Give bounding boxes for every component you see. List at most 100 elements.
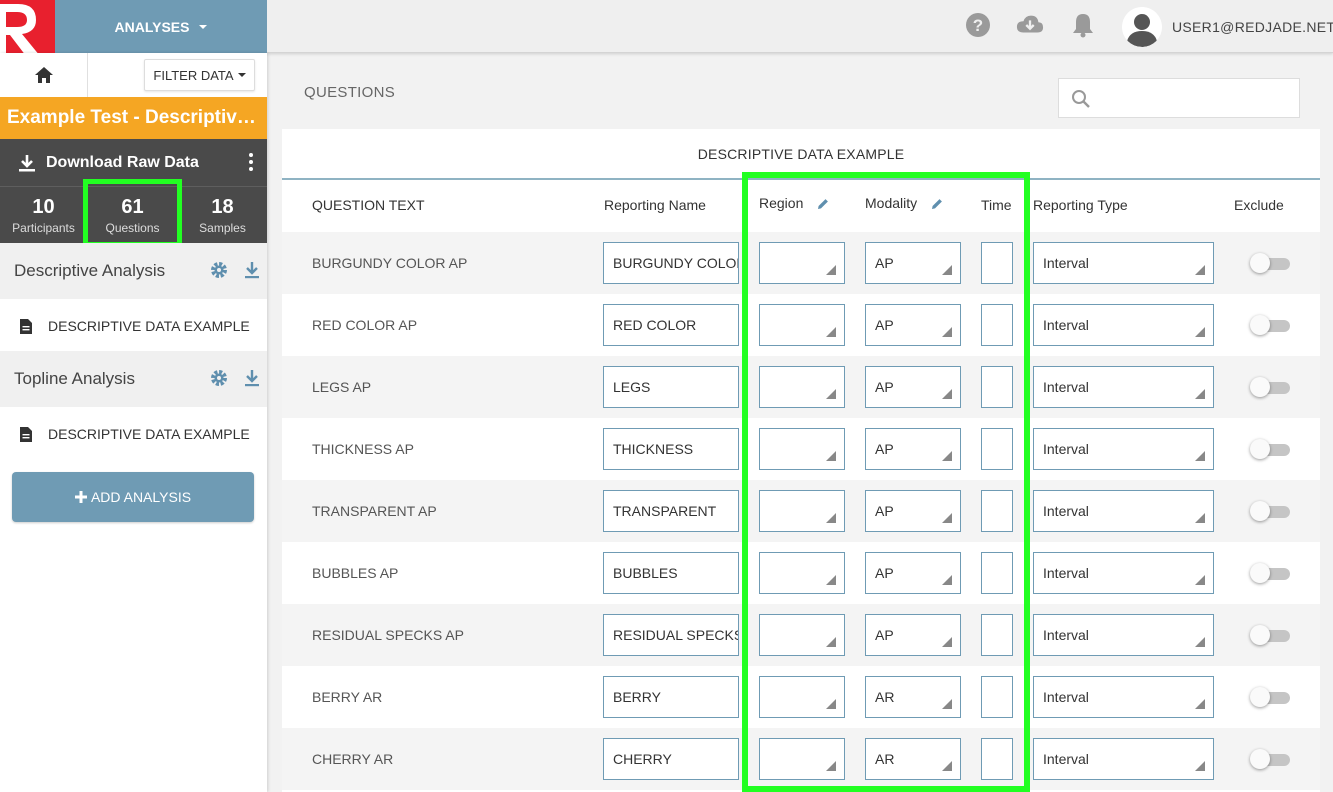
select-arrow-icon (942, 699, 952, 709)
search-icon (1072, 90, 1090, 108)
reporting-name-input[interactable]: BERRY (603, 676, 739, 718)
modality-select[interactable]: AP (865, 366, 961, 408)
reporting-type-select[interactable]: Interval (1033, 738, 1214, 780)
time-input[interactable] (981, 552, 1013, 594)
reporting-type-select[interactable]: Interval (1033, 676, 1214, 718)
reporting-type-value: Interval (1043, 317, 1089, 333)
modality-select[interactable]: AP (865, 242, 961, 284)
exclude-toggle[interactable] (1250, 315, 1290, 335)
modality-select[interactable]: AR (865, 676, 961, 718)
exclude-toggle[interactable] (1250, 687, 1290, 707)
reporting-name-input[interactable]: LEGS (603, 366, 739, 408)
reporting-name-input[interactable]: BUBBLES (603, 552, 739, 594)
column-header-reporting-type: Reporting Type (1033, 197, 1128, 213)
kebab-icon[interactable] (249, 153, 253, 171)
question-text: TRANSPARENT AP (312, 503, 437, 519)
region-select[interactable] (759, 490, 845, 532)
cloud-download-icon[interactable] (1016, 11, 1044, 39)
filter-data-button[interactable]: FILTER DATA (144, 59, 255, 91)
region-select[interactable] (759, 614, 845, 656)
exclude-toggle[interactable] (1250, 625, 1290, 645)
search-input[interactable] (1099, 79, 1295, 117)
select-arrow-icon (942, 575, 952, 585)
exclude-toggle[interactable] (1250, 563, 1290, 583)
reporting-type-select[interactable]: Interval (1033, 428, 1214, 470)
logo-r-icon[interactable] (0, 0, 55, 53)
stat-samples[interactable]: 18 Samples (178, 187, 267, 243)
time-input[interactable] (981, 614, 1013, 656)
reporting-type-select[interactable]: Interval (1033, 614, 1214, 656)
analysis-header-descriptive[interactable]: Descriptive Analysis (0, 243, 267, 299)
select-arrow-icon (942, 265, 952, 275)
reporting-name-input[interactable]: RED COLOR (603, 304, 739, 346)
select-arrow-icon (826, 637, 836, 647)
stat-samples-label: Samples (199, 221, 246, 235)
region-select[interactable] (759, 428, 845, 470)
card-title: DESCRIPTIVE DATA EXAMPLE (282, 129, 1320, 180)
pencil-icon[interactable] (817, 198, 829, 210)
time-input[interactable] (981, 242, 1013, 284)
download-icon[interactable] (244, 369, 260, 387)
stat-participants-count: 10 (32, 196, 55, 218)
modality-select[interactable]: AP (865, 304, 961, 346)
bell-icon[interactable] (1069, 11, 1097, 39)
modality-select[interactable]: AP (865, 428, 961, 470)
stat-questions[interactable]: 61 Questions (83, 179, 182, 247)
home-button[interactable] (0, 53, 88, 97)
help-icon[interactable]: ? (964, 11, 992, 39)
search-box[interactable] (1058, 78, 1300, 118)
exclude-toggle[interactable] (1250, 439, 1290, 459)
exclude-toggle[interactable] (1250, 377, 1290, 397)
analysis-title: Descriptive Analysis (14, 261, 166, 280)
table-row: RESIDUAL SPECKS AP RESIDUAL SPECKS AP Inter… (282, 604, 1320, 666)
reporting-name-input[interactable]: TRANSPARENT (603, 490, 739, 532)
exclude-toggle[interactable] (1250, 253, 1290, 273)
region-select[interactable] (759, 738, 845, 780)
reporting-name-input[interactable]: CHERRY (603, 738, 739, 780)
question-text: RED COLOR AP (312, 317, 418, 333)
time-input[interactable] (981, 676, 1013, 718)
pencil-icon[interactable] (931, 198, 943, 210)
modality-select[interactable]: AP (865, 490, 961, 532)
analysis-header-topline[interactable]: Topline Analysis (0, 351, 267, 407)
region-select[interactable] (759, 304, 845, 346)
exclude-toggle[interactable] (1250, 501, 1290, 521)
gear-icon[interactable] (210, 261, 228, 279)
modality-value: AP (875, 503, 894, 519)
time-input[interactable] (981, 366, 1013, 408)
stat-participants[interactable]: 10 Participants (0, 187, 87, 243)
exclude-toggle[interactable] (1250, 749, 1290, 769)
table-row: BURGUNDY COLOR AP BURGUNDY COLOR AP Interva… (282, 232, 1320, 294)
reporting-name-input[interactable]: BURGUNDY COLOR (603, 242, 739, 284)
analysis-item-descriptive[interactable]: DESCRIPTIVE DATA EXAMPLE (0, 302, 267, 350)
region-select[interactable] (759, 552, 845, 594)
reporting-name-input[interactable]: THICKNESS (603, 428, 739, 470)
modality-select[interactable]: AP (865, 614, 961, 656)
time-input[interactable] (981, 490, 1013, 532)
gear-icon[interactable] (210, 369, 228, 387)
reporting-name-input[interactable]: RESIDUAL SPECKS (603, 614, 739, 656)
download-icon[interactable] (244, 261, 260, 279)
time-input[interactable] (981, 304, 1013, 346)
select-arrow-icon (826, 389, 836, 399)
user-menu[interactable]: USER1@REDJADE.NET (1122, 7, 1333, 47)
reporting-type-value: Interval (1043, 255, 1089, 271)
region-select[interactable] (759, 366, 845, 408)
region-select[interactable] (759, 676, 845, 718)
column-header-modality-label: Modality (865, 195, 918, 211)
reporting-type-select[interactable]: Interval (1033, 304, 1214, 346)
time-input[interactable] (981, 738, 1013, 780)
analyses-menu-button[interactable]: ANALYSES (55, 0, 267, 53)
region-select[interactable] (759, 242, 845, 284)
reporting-type-select[interactable]: Interval (1033, 242, 1214, 284)
select-arrow-icon (942, 389, 952, 399)
add-analysis-button[interactable]: ADD ANALYSIS (12, 472, 254, 522)
reporting-type-select[interactable]: Interval (1033, 490, 1214, 532)
analysis-item-topline[interactable]: DESCRIPTIVE DATA EXAMPLE (0, 410, 267, 458)
select-arrow-icon (826, 761, 836, 771)
reporting-type-select[interactable]: Interval (1033, 366, 1214, 408)
reporting-type-select[interactable]: Interval (1033, 552, 1214, 594)
modality-select[interactable]: AP (865, 552, 961, 594)
modality-select[interactable]: AR (865, 738, 961, 780)
time-input[interactable] (981, 428, 1013, 470)
